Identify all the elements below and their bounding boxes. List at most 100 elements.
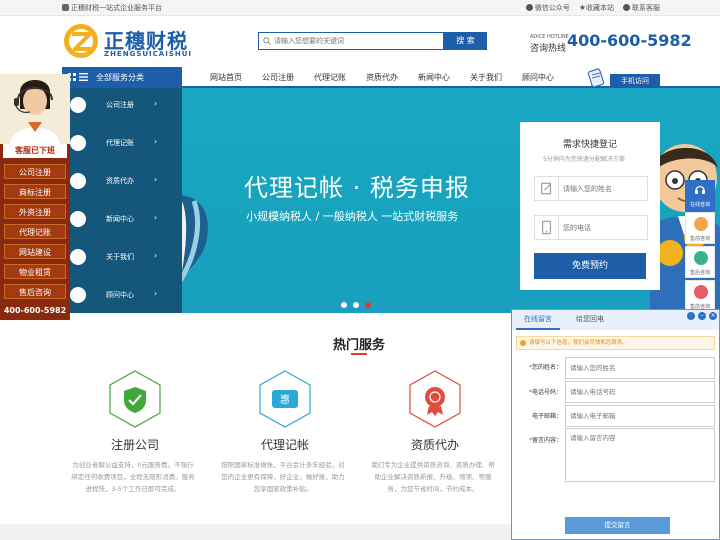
pencil-icon xyxy=(541,177,559,200)
slide-dot-1[interactable] xyxy=(341,302,347,308)
contact-link[interactable]: 联系客服 xyxy=(623,3,660,13)
ad-aftersales-link[interactable]: 售后咨询 xyxy=(4,284,66,299)
category-item-about[interactable]: 关于我们 › xyxy=(62,240,182,278)
presales-consult-button[interactable]: 售前咨询 xyxy=(685,212,715,244)
nav-company-registration[interactable]: 公司注册 xyxy=(262,72,294,83)
category-label: 公司注册 xyxy=(106,101,134,109)
logo-subtext: ZHENGSUICAISHUI xyxy=(104,50,192,58)
service-title[interactable]: 注册公司 xyxy=(111,436,159,453)
favorite-label: 收藏本站 xyxy=(586,4,614,12)
chevron-right-icon: › xyxy=(154,175,158,184)
free-booking-button[interactable]: 免费预约 xyxy=(534,253,646,279)
mobile-access-button[interactable]: 手机访问 xyxy=(610,74,660,88)
ad-phone-number: 400-600-5982 xyxy=(3,306,67,315)
chevron-right-icon: › xyxy=(154,137,158,146)
nav-about[interactable]: 关于我们 xyxy=(470,72,502,83)
qualification-icon xyxy=(70,173,86,189)
service-status-badge: 客服已下班 xyxy=(3,144,67,158)
service-title[interactable]: 资质代办 xyxy=(411,436,459,453)
ad-website-link[interactable]: 网站建设 xyxy=(4,244,66,259)
email-field-label: 电子邮箱： xyxy=(516,411,562,420)
category-label: 新闻中心 xyxy=(106,215,134,223)
quick-register-subheading: 5分钟内为您快速分配解决方案 xyxy=(543,156,625,163)
category-item-qualification[interactable]: 资质代办 › xyxy=(62,164,182,202)
hotline-label: 咨询热线 xyxy=(530,44,567,54)
ad-foreign-registration-link[interactable]: 外资注册 xyxy=(4,204,66,219)
minimize-icon[interactable]: – xyxy=(698,312,706,320)
search-input[interactable] xyxy=(274,33,439,49)
slide-dot-2[interactable] xyxy=(353,302,359,308)
nav-qualification[interactable]: 资质代办 xyxy=(366,72,398,83)
category-item-company-registration[interactable]: 公司注册 › xyxy=(62,88,182,126)
register-phone-input[interactable] xyxy=(563,221,643,235)
message-phone-input[interactable] xyxy=(565,381,715,403)
category-item-consultants[interactable]: 顾问中心 › xyxy=(62,278,182,316)
message-email-input[interactable] xyxy=(565,405,715,427)
online-consult-button[interactable]: 在线咨询 xyxy=(685,180,715,212)
ad-property-link[interactable]: 物业租赁 xyxy=(4,264,66,279)
favorite-link[interactable]: ★收藏本站 xyxy=(579,3,614,13)
svg-text:惠: 惠 xyxy=(280,393,290,406)
tab-call-back[interactable]: 给您回电 xyxy=(576,314,604,324)
service-description: 我们专为企业提供资质咨询、资质办理、帮助企业解决资质新报、升级、增项、等服务，为… xyxy=(371,461,495,493)
about-icon xyxy=(70,249,86,265)
register-phone-field xyxy=(534,215,648,240)
shield-check-icon[interactable] xyxy=(105,369,165,429)
category-item-bookkeeping[interactable]: 代理记账 › xyxy=(62,126,182,164)
search-button[interactable]: 搜 索 xyxy=(444,32,487,50)
register-name-input[interactable] xyxy=(563,182,643,196)
tab-leave-message[interactable]: 在线留言 xyxy=(524,314,552,324)
content-label-text: 留言内容： xyxy=(531,437,562,444)
nav-bookkeeping[interactable]: 代理记账 xyxy=(314,72,346,83)
nav-consultants[interactable]: 顾问中心 xyxy=(522,72,554,83)
menu-icon xyxy=(79,73,88,81)
email-label-text: 电子邮箱： xyxy=(531,413,562,420)
site-icon xyxy=(62,4,69,11)
message-name-input[interactable] xyxy=(565,357,715,379)
ad-bookkeeping-link[interactable]: 代理记账 xyxy=(4,224,66,239)
hui-ticket-icon[interactable]: 惠 xyxy=(255,369,315,429)
logo-icon[interactable] xyxy=(62,22,100,60)
category-item-news[interactable]: 新闻中心 › xyxy=(62,202,182,240)
name-label-text: 您的姓名： xyxy=(531,364,562,371)
phone-graphic-icon xyxy=(587,68,605,88)
close-icon[interactable]: × xyxy=(709,312,717,320)
banner-title: 代理记帐 · 税务申报 xyxy=(244,174,470,202)
presales-consult-button-2[interactable]: 售前咨询 xyxy=(685,280,715,312)
more-icon[interactable]: · xyxy=(687,312,695,320)
mobile-phone-icon xyxy=(542,216,559,239)
slogan-text: 正穗财税一站式企业服务平台 xyxy=(71,4,162,12)
message-content-textarea[interactable] xyxy=(565,428,715,482)
service-title[interactable]: 代理记帐 xyxy=(261,436,309,453)
medal-icon[interactable] xyxy=(405,369,465,429)
bookkeeping-icon xyxy=(70,135,86,151)
presales-label: 售前咨询 xyxy=(689,236,710,242)
nav-news[interactable]: 新闻中心 xyxy=(418,72,450,83)
chevron-right-icon: › xyxy=(154,99,158,108)
chevron-right-icon: › xyxy=(154,251,158,260)
contact-label: 联系客服 xyxy=(632,4,660,12)
slide-dot-3-active[interactable] xyxy=(365,302,371,308)
agent-avatar-icon xyxy=(694,251,708,265)
search-icon xyxy=(263,37,271,45)
ad-company-registration-link[interactable]: 公司注册 xyxy=(4,164,66,179)
nav-home[interactable]: 网站首页 xyxy=(210,72,242,83)
star-icon: ★ xyxy=(578,3,586,12)
user-icon xyxy=(623,4,630,11)
wechat-icon xyxy=(525,4,533,11)
chevron-right-icon: › xyxy=(154,213,158,222)
agent-avatar-icon xyxy=(694,285,708,299)
service-description: 为创业者解公益支持，0元服务费。不强行绑定任何收费项目，全程无隐形消费。服务进程… xyxy=(71,461,195,493)
submit-message-button[interactable]: 提交留言 xyxy=(565,517,670,534)
hotline-en-label: ADICE HOTLINE xyxy=(530,34,569,40)
aftersales-consult-button[interactable]: 售后咨询 xyxy=(685,246,715,278)
message-notice: 请填写以下信息，我们会尽快和您联系。 xyxy=(516,336,715,350)
wechat-link[interactable]: 微信公众号 xyxy=(525,3,570,13)
all-categories-button[interactable]: 全部服务分类 xyxy=(62,67,182,87)
category-menu: 公司注册 › 代理记账 › 资质代办 › 新闻中心 › 关于我们 › 顾问中心 … xyxy=(62,88,182,313)
customer-service-avatar xyxy=(0,74,70,144)
news-icon xyxy=(70,211,86,227)
online-consult-label: 在线咨询 xyxy=(689,202,710,208)
aftersales-label: 售后咨询 xyxy=(689,270,710,276)
ad-trademark-link[interactable]: 商标注册 xyxy=(4,184,66,199)
